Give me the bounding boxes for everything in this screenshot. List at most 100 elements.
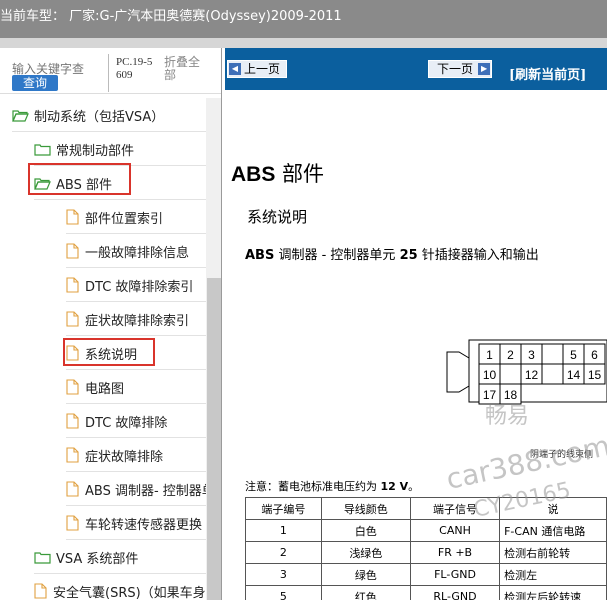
highlight-box-system-description	[63, 338, 155, 366]
tree-item-label: VSA 系统部件	[56, 551, 139, 567]
table-header-row: 端子编号 导线颜色 端子信号 说	[245, 497, 607, 520]
connector-pin-number: 12	[525, 368, 539, 382]
table-cell: FR +B	[409, 541, 501, 564]
connector-latch	[446, 351, 470, 393]
arrow-left-icon: ◀	[229, 63, 241, 75]
table-cell: 红色	[320, 585, 411, 600]
table-cell: 检测左后轮转速	[499, 585, 607, 600]
document-icon	[66, 379, 79, 395]
prev-page-button[interactable]: ◀ 上一页	[227, 60, 288, 78]
document-icon	[66, 515, 79, 531]
window-title: 当前车型： 厂家:G-广汽本田奥德赛(Odyssey)2009-2011	[0, 9, 342, 24]
next-page-button[interactable]: 下一页 ▶	[428, 60, 493, 78]
folder-icon	[34, 143, 51, 156]
document-toolbar: ◀ 上一页 下一页 ▶ [刷新当前页]	[225, 48, 607, 90]
tree-item[interactable]: VSA 系统部件	[34, 540, 206, 574]
header-wire-color: 导线颜色	[320, 497, 411, 520]
connector-pin-cell	[499, 363, 522, 385]
note-prefix: 注意：蓄电池标准电压约为	[245, 480, 381, 493]
navigation-pane: 查询 PC.19-5609 折叠全部 制动系统（包括VSA） 常规制动部件 ABS …	[0, 48, 222, 600]
tree-item-label: 车轮转速传感器更换	[85, 517, 203, 533]
next-page-label: 下一页	[437, 62, 474, 76]
tree-scrollbar-thumb[interactable]	[207, 278, 221, 600]
tree-item[interactable]: 常规制动部件	[34, 132, 206, 166]
refresh-page-link[interactable]: [刷新当前页]	[509, 64, 586, 83]
tree-item-label: 一般故障排除信息	[85, 245, 190, 261]
tree-item-label: 安全气囊(SRS)（如果车身	[53, 585, 206, 600]
heading-text-2: 针插接器输入和输出	[417, 248, 539, 263]
connector-pin-number: 2	[507, 348, 514, 362]
tree-item[interactable]: ABS 调制器- 控制器单	[66, 472, 215, 506]
tree-item[interactable]: 部件位置索引	[66, 200, 206, 234]
tree-item-label: 症状故障排除索引	[85, 313, 190, 329]
note-suffix: 。	[408, 480, 420, 493]
connector-pin-number: 1	[486, 348, 493, 362]
table-row: 3 绿色 FL-GND 检测左	[245, 563, 607, 586]
tree-item[interactable]: 安全气囊(SRS)（如果车身	[34, 574, 206, 600]
tree-item[interactable]: 症状故障排除索引	[66, 302, 206, 336]
connector-pin-number: 3	[528, 348, 535, 362]
section-heading: ABS 调制器 - 控制器单元 25 针插接器输入和输出	[245, 244, 539, 263]
document-icon	[66, 481, 79, 497]
tree-item[interactable]: DTC 故障排除索引	[66, 268, 206, 302]
table-row: 2 浅绿色 FR +B 检测右前轮转	[245, 541, 607, 564]
table-cell: 检测左	[499, 563, 607, 586]
prev-page-label: 上一页	[244, 62, 281, 76]
tree-item[interactable]: 车轮转速传感器更换	[66, 506, 206, 540]
folder-open-icon	[12, 109, 29, 122]
heading-abs: ABS	[245, 248, 275, 263]
table-cell: 绿色	[320, 563, 411, 586]
document-pane: ◀ 上一页 下一页 ▶ [刷新当前页] ABS 部件 系统说明 ABS 调制器 …	[225, 48, 607, 600]
document-icon	[66, 277, 79, 293]
tree-item-label: 制动系统（包括VSA）	[34, 109, 165, 125]
table-row: 1 白色 CANH F-CAN 通信电路	[245, 519, 607, 542]
table-cell: 2	[245, 541, 322, 564]
voltage-note: 注意：蓄电池标准电压约为 12 V。	[245, 478, 419, 494]
tree-item[interactable]: 电路图	[66, 370, 206, 404]
window-title-bar: 当前车型： 厂家:G-广汽本田奥德赛(Odyssey)2009-2011	[0, 0, 607, 38]
table-cell: 浅绿色	[320, 541, 411, 564]
heading-text-1: 调制器 - 控制器单元	[274, 248, 400, 263]
heading-pin-count: 25	[399, 248, 418, 263]
connector-pin-number: 5	[570, 348, 577, 362]
tree-item[interactable]: DTC 故障排除	[66, 404, 206, 438]
document-icon	[66, 209, 79, 225]
tree-item-label: 症状故障排除	[85, 449, 164, 465]
tree-item[interactable]: 症状故障排除	[66, 438, 206, 472]
connector-pin-number: 15	[588, 368, 602, 382]
arrow-right-icon: ▶	[478, 63, 491, 75]
table-cell: 白色	[320, 519, 411, 542]
tree-item-label: ABS 调制器- 控制器单	[85, 483, 215, 499]
table-cell: 5	[245, 585, 322, 600]
search-bar: 查询 PC.19-5609 折叠全部	[0, 48, 221, 94]
document-icon	[66, 311, 79, 327]
document-title-latin: ABS	[231, 163, 276, 186]
search-button[interactable]: 查询	[12, 75, 58, 91]
document-icon	[66, 243, 79, 259]
document-icon	[66, 413, 79, 429]
table-cell: 1	[245, 519, 322, 542]
connector-pin-number: 6	[591, 348, 598, 362]
tree-item-label: DTC 故障排除	[85, 415, 168, 431]
connector-caption: 阴端子的线束侧	[530, 450, 594, 460]
note-voltage: 12 V	[380, 480, 409, 493]
terminal-table: 端子编号 导线颜色 端子信号 说 1 白色 CANH F-CAN 通信电路 2 浅绿色 FR…	[245, 497, 607, 600]
tree-item[interactable]: 一般故障排除信息	[66, 234, 206, 268]
tree-item[interactable]: 制动系统（包括VSA）	[12, 98, 206, 132]
document-subtitle: 系统说明	[247, 208, 308, 226]
connector-pin-number: 17	[483, 388, 497, 402]
folder-icon	[34, 551, 51, 564]
connector-pin-cell	[541, 343, 564, 365]
tree-item-label: 部件位置索引	[85, 211, 164, 227]
document-code: PC.19-5609	[116, 56, 153, 81]
watermark-line-2: car388.com	[443, 429, 607, 496]
connector-pin-number: 18	[504, 388, 518, 402]
connector-diagram: 1 2 3 5 610 12 14 1517 18	[446, 339, 607, 405]
table-cell: 3	[245, 563, 322, 586]
tree-item-label: DTC 故障排除索引	[85, 279, 194, 295]
table-cell: F-CAN 通信电路	[499, 519, 607, 542]
connector-pin-number: 10	[483, 368, 497, 382]
header-terminal-signal: 端子信号	[409, 497, 501, 520]
connector-pin-number: 14	[567, 368, 581, 382]
collapse-all-button[interactable]: 折叠全部	[164, 56, 204, 82]
